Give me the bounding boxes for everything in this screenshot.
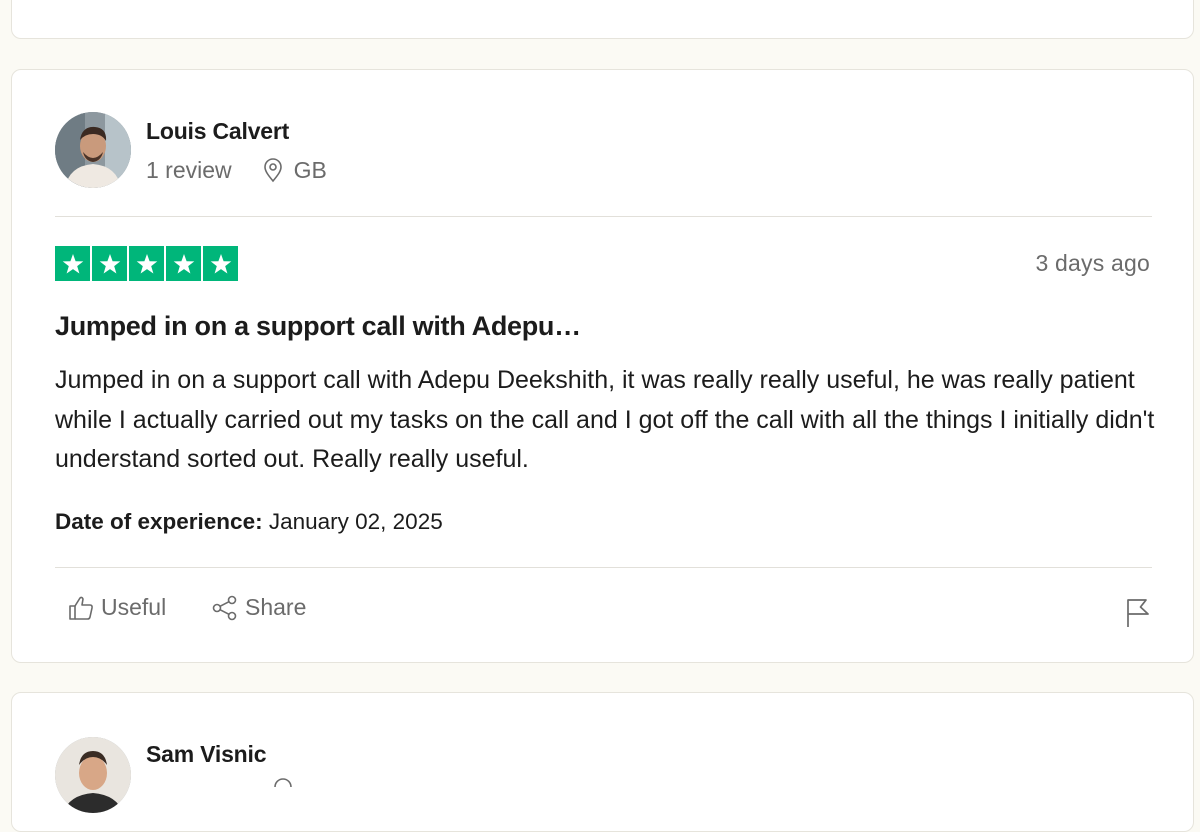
location-pin-icon xyxy=(274,778,292,787)
report-flag-icon[interactable] xyxy=(1124,597,1152,629)
star-icon xyxy=(55,246,90,281)
star-icon xyxy=(92,246,127,281)
experience-label: Date of experience: xyxy=(55,509,263,534)
review-body: Jumped in on a support call with Adepu D… xyxy=(55,366,1155,473)
date-of-experience: Date of experience: January 02, 2025 xyxy=(55,509,443,535)
reviewer-country: GB xyxy=(293,156,327,183)
reviewer-meta: 1 review GB xyxy=(146,155,327,185)
star-icon xyxy=(129,246,164,281)
reviewer-avatar[interactable] xyxy=(55,737,131,813)
experience-date: January 02, 2025 xyxy=(268,509,443,534)
useful-button[interactable]: Useful xyxy=(67,594,166,621)
share-label: Share xyxy=(245,594,307,620)
review-card: Louis Calvert 1 review GB 3 days ago Jum… xyxy=(11,69,1194,663)
reviewer-name[interactable]: Louis Calvert xyxy=(146,118,289,145)
share-button[interactable]: Share xyxy=(211,594,306,621)
star-rating xyxy=(55,246,238,281)
location-pin-icon xyxy=(263,158,282,183)
review-date: 3 days ago xyxy=(1035,250,1150,276)
divider xyxy=(55,216,1152,217)
reviewer-avatar[interactable] xyxy=(55,112,131,188)
review-count: 1 review xyxy=(146,156,232,183)
star-icon xyxy=(203,246,238,281)
next-review-card: Sam Visnic xyxy=(11,692,1194,832)
useful-label: Useful xyxy=(101,594,167,620)
share-icon xyxy=(212,595,237,620)
thumbs-up-icon xyxy=(69,596,93,620)
reviewer-name[interactable]: Sam Visnic xyxy=(146,741,267,768)
star-icon xyxy=(166,246,201,281)
previous-review-card xyxy=(11,0,1194,39)
review-title[interactable]: Jumped in on a support call with Adepu… xyxy=(55,311,581,342)
divider xyxy=(55,567,1152,568)
